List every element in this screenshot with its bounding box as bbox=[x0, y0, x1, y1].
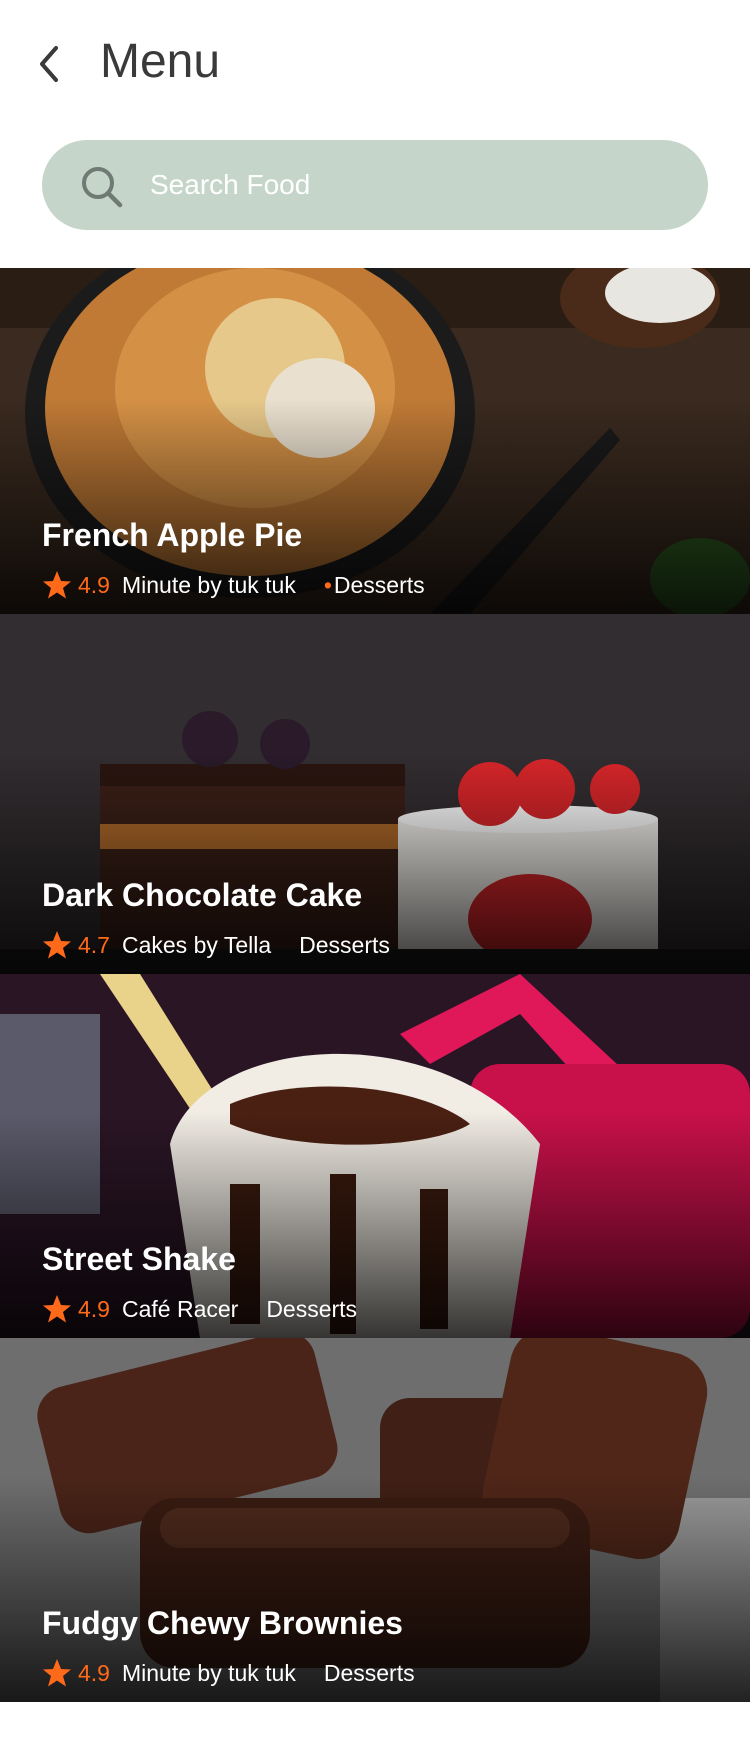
food-info: Street Shake 4.9 Café Racer Desserts bbox=[42, 1238, 357, 1328]
app-header: Menu bbox=[0, 0, 750, 130]
rating-value: 4.9 bbox=[78, 571, 110, 598]
search-bar[interactable] bbox=[42, 140, 708, 230]
page-title: Menu bbox=[100, 35, 221, 88]
star-icon bbox=[43, 1659, 71, 1687]
restaurant-name: Café Racer bbox=[121, 1295, 239, 1322]
star-icon bbox=[43, 1295, 71, 1323]
category-label: Desserts bbox=[333, 571, 425, 598]
chevron-left-icon bbox=[40, 46, 58, 82]
restaurant-name: Minute by tuk tuk bbox=[121, 571, 296, 598]
search-icon bbox=[82, 167, 123, 208]
food-card[interactable]: French Apple Pie 4.9 Minute by tuk tuk •… bbox=[0, 268, 750, 614]
food-title: Street Shake bbox=[42, 1241, 236, 1277]
search-input[interactable] bbox=[150, 140, 670, 230]
separator-dot: • bbox=[323, 571, 332, 598]
category-label: Desserts bbox=[266, 1295, 358, 1322]
food-info: Dark Chocolate Cake 4.7 Cakes by Tella D… bbox=[42, 874, 390, 964]
food-meta: 4.7 Cakes by Tella Desserts bbox=[42, 926, 390, 964]
food-meta: 4.9 Minute by tuk tuk Desserts bbox=[42, 1654, 415, 1692]
rating-value: 4.9 bbox=[78, 1295, 110, 1322]
restaurant-name: Cakes by Tella bbox=[121, 931, 272, 958]
rating-value: 4.9 bbox=[78, 1659, 110, 1686]
food-title: Dark Chocolate Cake bbox=[42, 877, 363, 913]
rating-value: 4.7 bbox=[78, 931, 110, 958]
food-card[interactable]: Dark Chocolate Cake 4.7 Cakes by Tella D… bbox=[0, 614, 750, 974]
back-button[interactable] bbox=[34, 42, 68, 86]
restaurant-name: Minute by tuk tuk bbox=[121, 1659, 296, 1686]
food-info: Fudgy Chewy Brownies 4.9 Minute by tuk t… bbox=[42, 1602, 415, 1692]
star-icon bbox=[43, 571, 71, 599]
food-list: French Apple Pie 4.9 Minute by tuk tuk •… bbox=[0, 268, 750, 1702]
category-label: Desserts bbox=[299, 931, 390, 958]
star-icon bbox=[43, 931, 71, 959]
food-meta: 4.9 Café Racer Desserts bbox=[42, 1290, 357, 1328]
food-title: Fudgy Chewy Brownies bbox=[42, 1605, 403, 1641]
food-card[interactable]: Street Shake 4.9 Café Racer Desserts bbox=[0, 974, 750, 1338]
food-info: French Apple Pie 4.9 Minute by tuk tuk •… bbox=[42, 514, 425, 604]
food-meta: 4.9 Minute by tuk tuk • Desserts bbox=[42, 566, 425, 604]
category-label: Desserts bbox=[323, 1659, 415, 1686]
food-title: French Apple Pie bbox=[42, 517, 303, 553]
food-card[interactable]: Fudgy Chewy Brownies 4.9 Minute by tuk t… bbox=[0, 1338, 750, 1702]
